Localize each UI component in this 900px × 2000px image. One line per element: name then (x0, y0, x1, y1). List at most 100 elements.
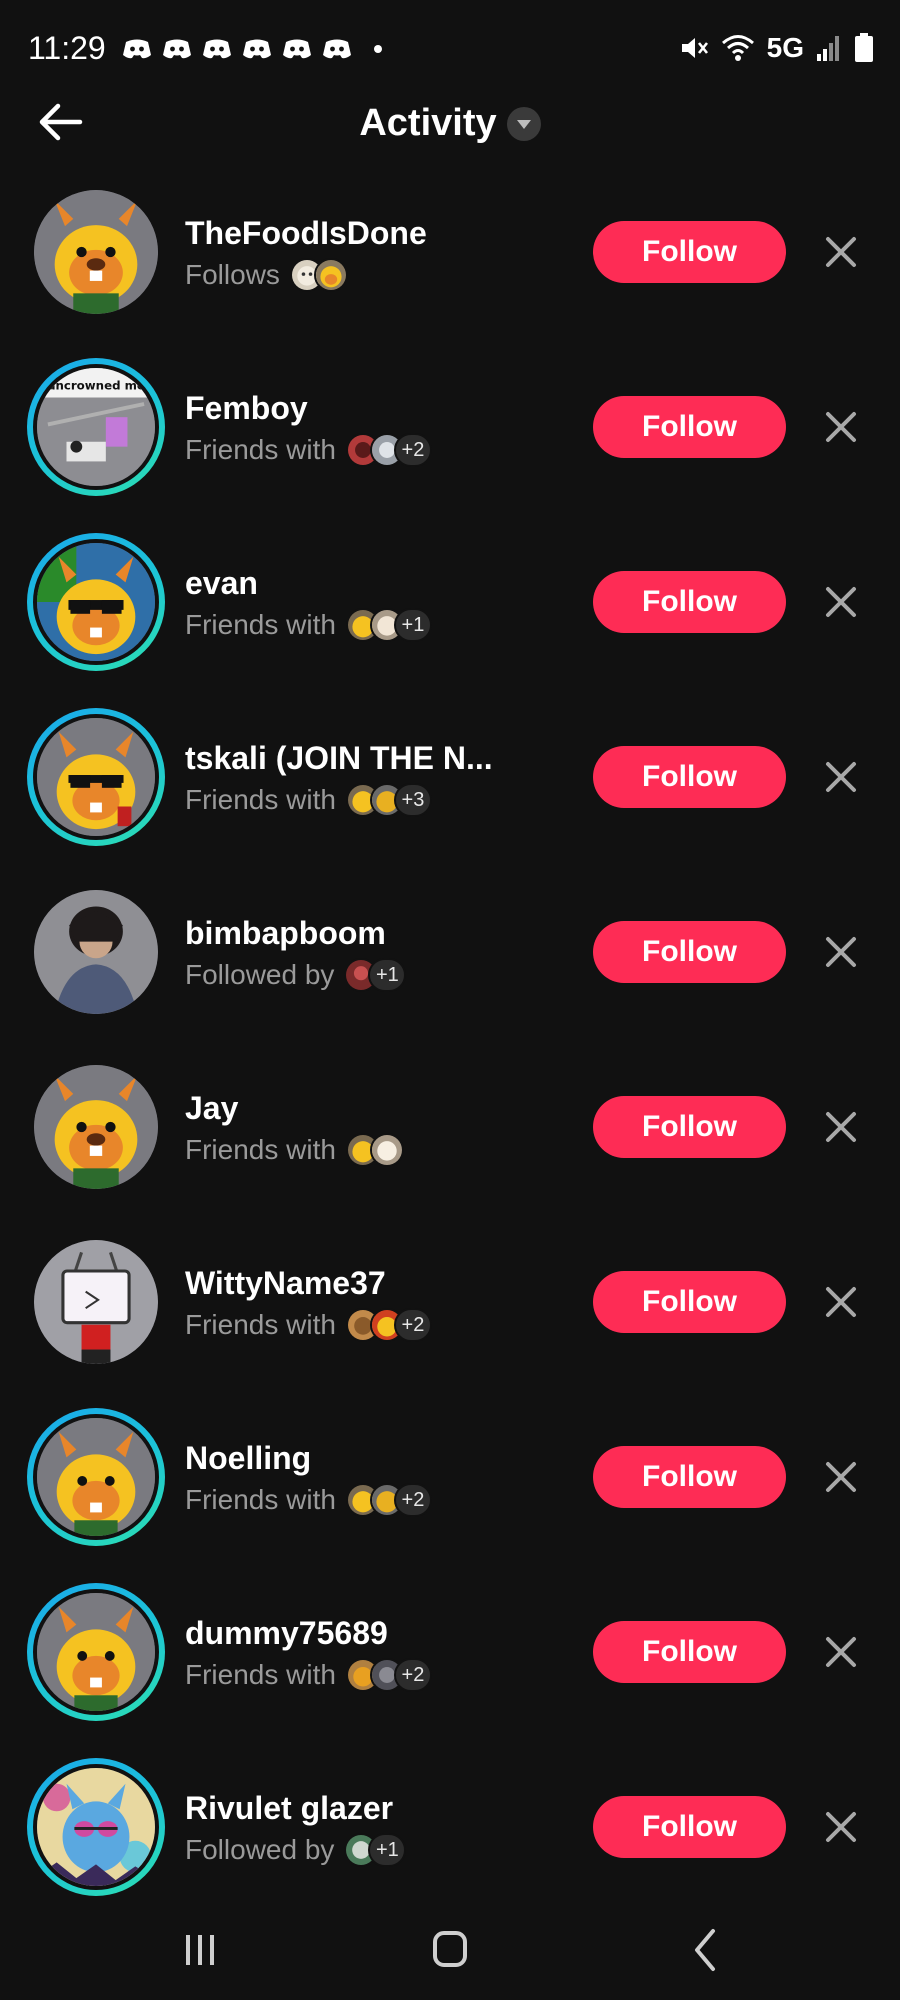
mutual-count-badge: +2 (393, 1658, 432, 1692)
follow-button[interactable]: Follow (593, 921, 786, 983)
list-item[interactable]: uncrowned me Femboy Friends with +2 Foll… (0, 350, 900, 525)
follow-button[interactable]: Follow (593, 1096, 786, 1158)
title-selector[interactable]: Activity (0, 102, 900, 145)
list-item[interactable]: bimbapboom Followed by +1 Follow (0, 875, 900, 1050)
follow-button[interactable]: Follow (593, 1621, 786, 1683)
username[interactable]: dummy75689 (185, 1615, 388, 1652)
discord-icon (163, 39, 191, 59)
close-icon[interactable] (822, 233, 860, 271)
mutual-avatars: +1 (344, 1833, 407, 1867)
relation-text: Friends with (185, 1134, 336, 1165)
relation-text: Friends with (185, 1659, 336, 1690)
avatar[interactable] (27, 533, 165, 671)
mutual-count-badge: +2 (393, 433, 432, 467)
discord-icon (123, 39, 151, 59)
close-icon[interactable] (822, 1108, 860, 1146)
mutual-avatars (289, 258, 348, 292)
list-item[interactable]: WittyName37 Friends with +2 Follow (0, 1225, 900, 1400)
discord-icon (323, 39, 351, 59)
mutual-count-badge: +1 (368, 1833, 407, 1867)
username[interactable]: tskali (JOIN THE N... (185, 740, 493, 777)
mutual-info: Friends with +1 (185, 608, 432, 642)
relation-text: Followed by (185, 1834, 335, 1865)
avatar[interactable] (34, 190, 158, 314)
battery-icon (855, 33, 873, 62)
username[interactable]: bimbapboom (185, 915, 386, 952)
avatar[interactable] (27, 1408, 165, 1546)
mutual-count-badge: +2 (393, 1483, 432, 1517)
network-type-label: 5G (766, 32, 804, 63)
list-item[interactable]: dummy75689 Friends with +2 Follow (0, 1575, 900, 1750)
mutual-info: Friends with +3 (185, 783, 432, 817)
follow-button[interactable]: Follow (593, 1271, 786, 1333)
mutual-info: Friends with +2 (185, 1658, 432, 1692)
mute-icon (681, 38, 708, 58)
signal-icon (817, 36, 839, 61)
discord-icon (243, 39, 271, 59)
relation-text: Friends with (185, 434, 336, 465)
relation-text: Followed by (185, 959, 335, 990)
avatar[interactable] (27, 1583, 165, 1721)
mutual-count-badge: +1 (368, 958, 407, 992)
discord-icon (283, 39, 311, 59)
follow-button[interactable]: Follow (593, 571, 786, 633)
notification-icons (122, 36, 382, 62)
mutual-avatars: +1 (344, 958, 407, 992)
close-icon[interactable] (822, 933, 860, 971)
username[interactable]: Rivulet glazer (185, 1790, 393, 1827)
username[interactable]: Noelling (185, 1440, 311, 1477)
follow-button[interactable]: Follow (593, 396, 786, 458)
follow-button[interactable]: Follow (593, 746, 786, 808)
follow-button[interactable]: Follow (593, 221, 786, 283)
username[interactable]: TheFoodIsDone (185, 215, 427, 252)
close-icon[interactable] (822, 1808, 860, 1846)
follow-button[interactable]: Follow (593, 1796, 786, 1858)
close-icon[interactable] (822, 758, 860, 796)
more-notifications-dot (374, 45, 382, 53)
mutual-avatar (313, 258, 348, 292)
list-item[interactable]: Noelling Friends with +2 Follow (0, 1400, 900, 1575)
avatar[interactable] (27, 1758, 165, 1896)
avatar[interactable] (34, 1240, 158, 1364)
close-icon[interactable] (822, 1458, 860, 1496)
mutual-avatars: +3 (345, 783, 432, 817)
close-icon[interactable] (822, 1283, 860, 1321)
list-item[interactable]: tskali (JOIN THE N... Friends with +3 Fo… (0, 700, 900, 875)
username[interactable]: evan (185, 565, 258, 602)
list-item[interactable]: Jay Friends with Follow (0, 1050, 900, 1225)
close-icon[interactable] (822, 1633, 860, 1671)
mutual-avatars: +1 (345, 608, 432, 642)
close-icon[interactable] (822, 583, 860, 621)
mutual-avatars: +2 (345, 1308, 432, 1342)
mutual-info: Friends with (185, 1133, 404, 1167)
mutual-count-badge: +2 (393, 1308, 432, 1342)
username[interactable]: Jay (185, 1090, 238, 1127)
home-icon[interactable] (420, 1925, 480, 1975)
list-item[interactable]: evan Friends with +1 Follow (0, 525, 900, 700)
avatar[interactable] (27, 708, 165, 846)
recent-apps-icon[interactable] (170, 1925, 230, 1975)
follow-button[interactable]: Follow (593, 1446, 786, 1508)
avatar[interactable] (34, 890, 158, 1014)
close-icon[interactable] (822, 408, 860, 446)
avatar-caption: uncrowned me (47, 379, 145, 393)
suggested-accounts-list: TheFoodIsDone Follows Follow uncrowned m… (0, 175, 900, 1925)
avatar[interactable]: uncrowned me (27, 358, 165, 496)
system-navigation-bar (0, 1895, 900, 2000)
username[interactable]: Femboy (185, 390, 308, 427)
list-item[interactable]: TheFoodIsDone Follows Follow (0, 175, 900, 350)
status-time: 11:29 (28, 30, 106, 66)
discord-icon (203, 39, 231, 59)
mutual-info: Friends with +2 (185, 1308, 432, 1342)
mutual-count-badge: +1 (393, 608, 432, 642)
caret-down-icon[interactable] (506, 106, 541, 141)
mutual-info: Friends with +2 (185, 433, 432, 467)
mutual-info: Followed by +1 (185, 1833, 407, 1867)
back-chevron-icon[interactable] (675, 1925, 735, 1975)
username[interactable]: WittyName37 (185, 1265, 386, 1302)
mutual-avatars (345, 1133, 404, 1167)
avatar[interactable] (34, 1065, 158, 1189)
relation-text: Friends with (185, 1484, 336, 1515)
mutual-avatar (369, 1133, 404, 1167)
status-bar: 11:29 5G (0, 0, 900, 100)
